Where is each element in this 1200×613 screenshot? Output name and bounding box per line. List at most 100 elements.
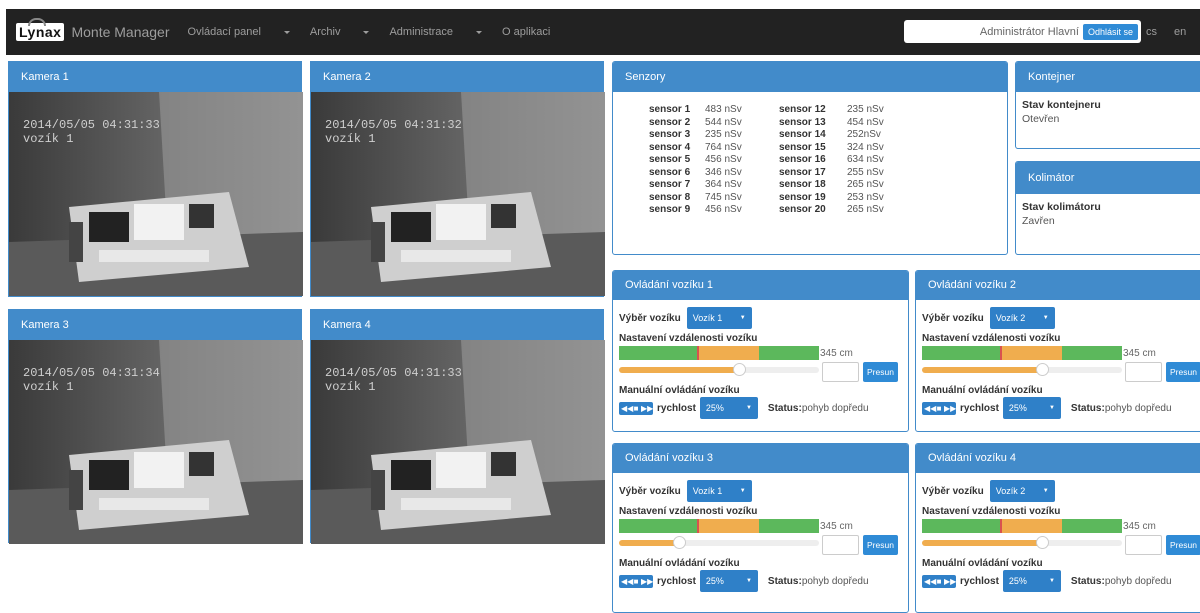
sensor-column: sensor 1 483 nSv sensor 2 544 nSv sensor 3 23… (649, 104, 765, 217)
lynax-logo: Lynax (16, 18, 65, 41)
collimator-title: Kolimátor (1016, 162, 1200, 194)
slider-handle[interactable] (1036, 536, 1049, 549)
camera-cart-label: vozík 1 (325, 380, 375, 394)
sensor-row: sensor 3 235 nSv (649, 129, 765, 142)
sensor-row: sensor 7 364 nSv (649, 179, 765, 192)
cart-select[interactable]: Vozík 2 ▼ (989, 480, 1055, 502)
move-button[interactable]: Presun (863, 362, 898, 382)
dropdown-arrow-icon: ▼ (1042, 315, 1049, 321)
logout-button[interactable]: Odhlásit se (1082, 23, 1138, 40)
slider-handle[interactable] (733, 363, 746, 376)
camera-feed-image[interactable]: 2014/05/05 04:31:33 vozík 1 (311, 340, 605, 544)
stop-icon[interactable]: ■ (631, 402, 641, 415)
speed-select[interactable]: 25% ▼ (1002, 397, 1061, 419)
menu-control-panel[interactable]: Ovládací panel (188, 26, 290, 38)
cart-panel-title: Ovládání vozíku 3 (613, 444, 908, 473)
sensor-list: sensor 1 483 nSv sensor 2 544 nSv sensor 3 23… (613, 92, 1007, 217)
camera-panel: Kamera 4 2014/05/05 04:31:33 vozík 1 (310, 309, 605, 544)
manual-control-buttons: ◀◀ ■ ▶▶ (619, 574, 653, 588)
cart-control-panel: Ovládání vozíku 2 Výběr vozíku Vozík 2 ▼ … (915, 270, 1200, 432)
sensors-panel: Senzory sensor 1 483 nSv sensor 2 544 nSv se… (612, 61, 1008, 255)
range-orange-zone (1002, 346, 1062, 360)
distance-slider[interactable] (922, 363, 1122, 376)
cart-control-panel: Ovládání vozíku 4 Výběr vozíku Vozík 2 ▼ … (915, 443, 1200, 613)
sensor-name: sensor 8 (649, 191, 691, 203)
slider-handle[interactable] (673, 536, 686, 549)
speed-label: rychlost (960, 575, 999, 587)
speed-label: rychlost (657, 402, 696, 414)
range-green-zone (1062, 519, 1122, 533)
sensor-value: 235 nSv (705, 129, 742, 140)
distance-range-bar (619, 346, 819, 360)
speed-select[interactable]: 25% ▼ (1002, 570, 1061, 592)
sensor-value: 544 nSv (705, 116, 742, 128)
sensor-row: sensor 14 252nSv (779, 129, 907, 142)
sensor-column: sensor 12 235 nSv sensor 13 454 nSv sensor 1… (779, 104, 907, 217)
sensor-row: sensor 2 544 nSv (649, 117, 765, 130)
sensor-row: sensor 8 745 nSv (649, 192, 765, 205)
distance-slider[interactable] (619, 536, 819, 549)
distance-slider[interactable] (619, 363, 819, 376)
dropdown-arrow-icon: ▼ (1048, 405, 1055, 411)
camera-feed-image[interactable]: 2014/05/05 04:31:32 vozík 1 (311, 92, 605, 296)
distance-input[interactable] (822, 362, 859, 382)
cart-select[interactable]: Vozík 1 ▼ (686, 307, 752, 329)
sensor-row: sensor 9 456 nSv (649, 204, 765, 217)
caret-down-icon (283, 30, 290, 34)
distance-input[interactable] (1125, 535, 1162, 555)
slider-fill (922, 367, 1042, 373)
dropdown-arrow-icon: ▼ (1042, 488, 1049, 494)
range-green-zone (619, 346, 697, 360)
backward-icon[interactable]: ◀◀ (924, 402, 936, 415)
distance-label: Nastavení vzdálenosti vozíku (922, 333, 1061, 344)
distance-range-bar (922, 346, 1122, 360)
distance-value: 345 cm (820, 348, 853, 359)
move-button[interactable]: Presun (1166, 535, 1200, 555)
speed-select[interactable]: 25% ▼ (699, 570, 758, 592)
sensor-name: sensor 19 (779, 191, 826, 203)
slider-track (1042, 367, 1122, 373)
distance-value: 345 cm (1123, 521, 1156, 532)
cart-select[interactable]: Vozík 1 ▼ (686, 480, 752, 502)
move-button[interactable]: Presun (863, 535, 898, 555)
forward-icon[interactable]: ▶▶ (944, 575, 956, 588)
cart-select-label: Výběr vozíku (619, 312, 681, 324)
distance-label: Nastavení vzdálenosti vozíku (922, 506, 1061, 517)
user-box: Administrátor Hlavní Odhlásit se (904, 20, 1141, 43)
slider-fill (619, 540, 679, 546)
stop-icon[interactable]: ■ (631, 575, 641, 588)
distance-input[interactable] (822, 535, 859, 555)
forward-icon[interactable]: ▶▶ (641, 575, 653, 588)
sensor-row: sensor 6 346 nSv (649, 167, 765, 180)
slider-track (679, 540, 819, 546)
cart-control-panel: Ovládání vozíku 3 Výběr vozíku Vozík 1 ▼ … (612, 443, 909, 613)
backward-icon[interactable]: ◀◀ (924, 575, 936, 588)
distance-value: 345 cm (1123, 348, 1156, 359)
sensor-name: sensor 3 (649, 129, 691, 140)
distance-input[interactable] (1125, 362, 1162, 382)
sensor-value: 265 nSv (847, 179, 884, 190)
cart-select[interactable]: Vozík 2 ▼ (989, 307, 1055, 329)
backward-icon[interactable]: ◀◀ (621, 402, 633, 415)
camera-feed-image[interactable]: 2014/05/05 04:31:33 vozík 1 (9, 92, 303, 296)
forward-icon[interactable]: ▶▶ (641, 402, 653, 415)
sensor-name: sensor 16 (779, 154, 826, 165)
sensor-value: 634 nSv (847, 154, 884, 165)
move-button[interactable]: Presun (1166, 362, 1200, 382)
backward-icon[interactable]: ◀◀ (621, 575, 633, 588)
slider-handle[interactable] (1036, 363, 1049, 376)
camera-feed-image[interactable]: 2014/05/05 04:31:34 vozík 1 (9, 340, 303, 544)
logo[interactable]: Lynax Monte Manager (16, 18, 170, 41)
speed-select[interactable]: 25% ▼ (699, 397, 758, 419)
container-state-value: Otevřen (1022, 113, 1060, 125)
menu-administration[interactable]: Administrace (389, 26, 483, 38)
stop-icon[interactable]: ■ (934, 402, 944, 415)
lang-en-link[interactable]: en (1174, 26, 1186, 38)
menu-archive[interactable]: Archiv (310, 26, 370, 38)
distance-slider[interactable] (922, 536, 1122, 549)
stop-icon[interactable]: ■ (934, 575, 944, 588)
navbar: Lynax Monte Manager Ovládací panel Archi… (6, 9, 1200, 55)
lang-cs-link[interactable]: cs (1146, 26, 1157, 38)
menu-about[interactable]: O aplikaci (502, 26, 550, 38)
forward-icon[interactable]: ▶▶ (944, 402, 956, 415)
